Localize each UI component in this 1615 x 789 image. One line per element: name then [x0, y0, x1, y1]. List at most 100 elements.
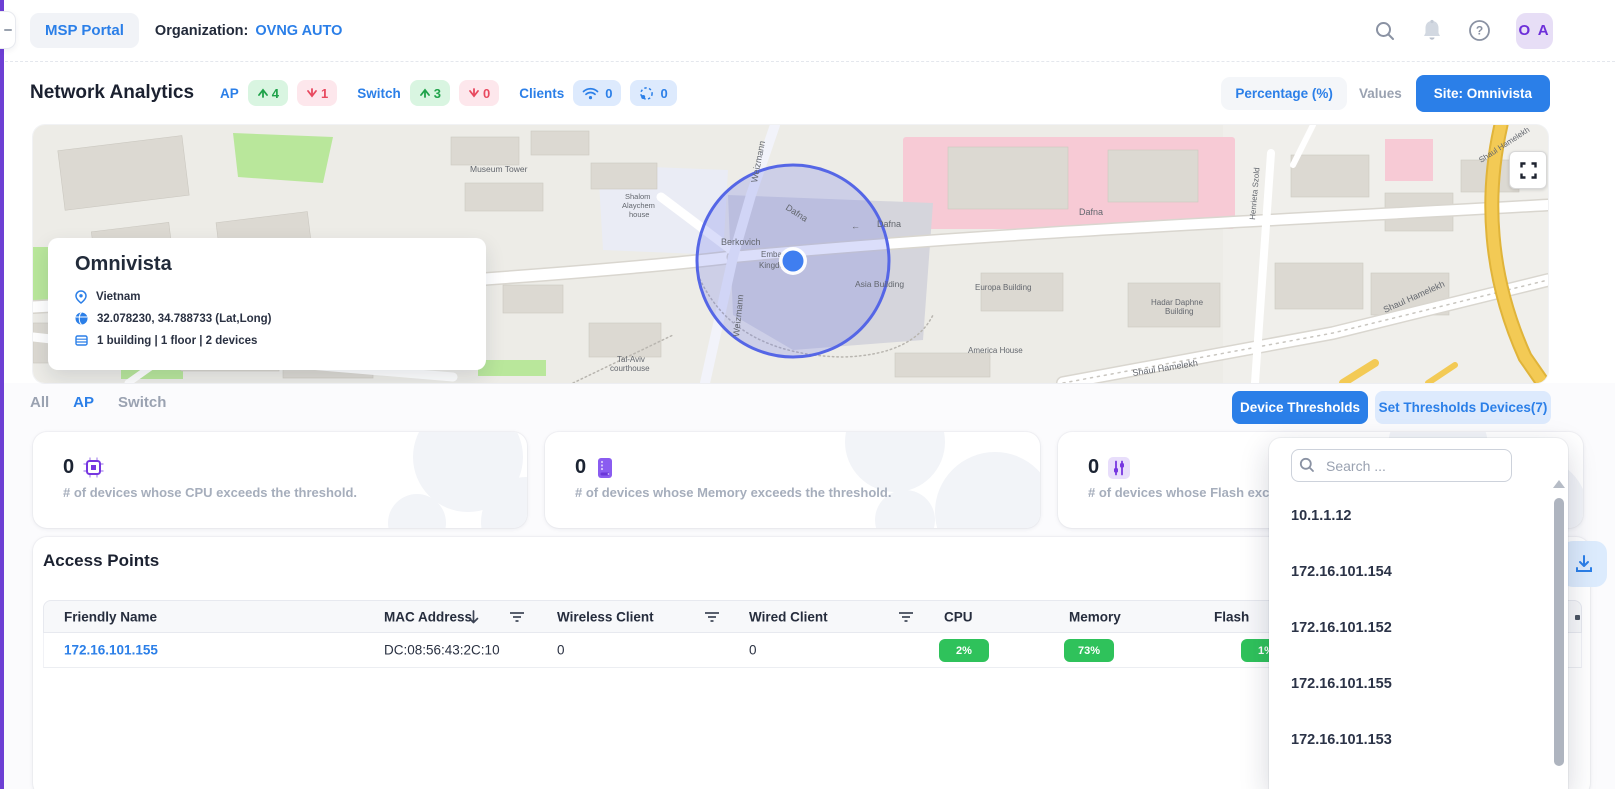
arrow-down-icon [306, 87, 318, 99]
memory-threshold-card: 0 # of devices whose Memory exceeds the … [545, 432, 1040, 528]
svg-text:←: ← [851, 221, 860, 231]
svg-text:Berkovich: Berkovich [721, 237, 761, 247]
cpu-card-caption: # of devices whose CPU exceeds the thres… [63, 485, 357, 500]
site-selector-button[interactable]: Site: Omnivista [1416, 75, 1550, 112]
wifi-icon [582, 87, 599, 100]
values-toggle[interactable]: Values [1359, 86, 1402, 101]
tab-ap[interactable]: AP [73, 394, 94, 411]
percentage-toggle[interactable]: Percentage (%) [1221, 77, 1347, 110]
col-wired-client[interactable]: Wired Client [749, 609, 828, 624]
col-mac-address[interactable]: MAC Address [384, 609, 472, 624]
site-coordinates: 32.078230, 34.788733 (Lat,Long) [97, 313, 272, 325]
filter-icon[interactable] [509, 611, 525, 623]
download-icon [1574, 554, 1594, 574]
filter-icon[interactable] [898, 611, 914, 623]
ap-up-badge: 4 [248, 80, 288, 106]
map-fullscreen-button[interactable] [1509, 151, 1547, 189]
help-icon[interactable]: ? [1468, 19, 1491, 42]
device-wireless-clients: 0 [557, 643, 565, 658]
arrow-down-icon [468, 87, 480, 99]
svg-text:Museum Tower: Museum Tower [470, 164, 528, 174]
scroll-up-arrow[interactable] [1553, 480, 1565, 488]
switch-up-badge: 3 [410, 80, 450, 106]
organization-label: Organization: [155, 23, 248, 39]
svg-text:Dafna: Dafna [877, 219, 901, 229]
site-country: Vietnam [96, 291, 141, 303]
user-avatar[interactable]: O A [1516, 13, 1553, 49]
svg-text:Hadar Daphne: Hadar Daphne [1151, 298, 1204, 307]
memory-exceed-count: 0 [575, 456, 586, 479]
col-friendly-name[interactable]: Friendly Name [64, 609, 157, 624]
app-window: MSP Portal Organization: OVNG AUTO ? O A… [0, 0, 1615, 789]
flash-icon [1108, 457, 1130, 479]
page-title: Network Analytics [30, 82, 194, 104]
device-filter-tabs: All AP Switch [30, 394, 166, 411]
tab-switch[interactable]: Switch [118, 394, 166, 411]
clients-count-label: Clients [519, 86, 564, 101]
device-list-item[interactable]: 10.1.1.12 [1269, 488, 1549, 544]
svg-text:?: ? [1476, 24, 1483, 38]
sidebar-collapse-toggle[interactable] [0, 11, 16, 49]
device-list-item[interactable]: 172.16.101.152 [1269, 600, 1549, 656]
col-memory[interactable]: Memory [1069, 609, 1121, 624]
site-info-card: Omnivista Vietnam 32.078230, 34.788733 (… [48, 238, 486, 370]
flash-exceed-count: 0 [1088, 456, 1099, 479]
search-icon[interactable] [1374, 20, 1396, 42]
memory-icon [595, 457, 615, 479]
site-map[interactable]: Museum Tower Shalom Alaychem house Berko… [33, 125, 1548, 383]
tab-all[interactable]: All [30, 394, 49, 411]
switch-down-badge: 0 [459, 80, 499, 106]
organization-value[interactable]: OVNG AUTO [255, 23, 342, 39]
notifications-bell-icon[interactable] [1421, 19, 1443, 43]
filter-icon[interactable] [704, 611, 720, 623]
svg-text:house: house [629, 210, 649, 219]
site-inventory: 1 building | 1 floor | 2 devices [97, 335, 257, 347]
clients-mesh-badge: 0 [630, 80, 676, 106]
arrow-up-icon [419, 87, 431, 99]
ap-count-label: AP [220, 86, 239, 101]
msp-portal-button[interactable]: MSP Portal [30, 13, 139, 48]
memory-card-caption: # of devices whose Memory exceeds the th… [575, 485, 891, 500]
device-list-item[interactable]: 172.16.101.155 [1269, 656, 1549, 712]
col-wireless-client[interactable]: Wireless Client [557, 609, 654, 624]
switch-count-label: Switch [357, 86, 401, 101]
cpu-icon [83, 457, 104, 478]
fullscreen-icon [1520, 162, 1537, 179]
svg-text:Building: Building [1165, 307, 1193, 316]
svg-text:America House: America House [968, 346, 1023, 355]
device-thresholds-button[interactable]: Device Thresholds [1232, 391, 1368, 424]
svg-text:Dafna: Dafna [1079, 207, 1103, 217]
dropdown-scrollbar[interactable] [1554, 498, 1564, 766]
svg-text:Asia Building: Asia Building [855, 279, 904, 289]
memory-usage-badge: 73% [1064, 639, 1114, 662]
sort-desc-icon[interactable] [467, 609, 480, 625]
device-search-input[interactable] [1291, 449, 1512, 482]
col-cpu[interactable]: CPU [944, 609, 973, 624]
mesh-network-icon [639, 86, 654, 101]
device-list: 10.1.1.12 172.16.101.154 172.16.101.152 … [1269, 488, 1549, 768]
svg-text:Tal-Aviv: Tal-Aviv [617, 355, 645, 364]
device-name-link[interactable]: 172.16.101.155 [64, 643, 158, 658]
set-thresholds-devices-button[interactable]: Set Thresholds Devices(7) [1375, 391, 1551, 424]
clients-wifi-badge: 0 [573, 80, 621, 106]
location-pin-icon [75, 290, 87, 304]
search-icon [1299, 457, 1315, 473]
analytics-header: Network Analytics AP 4 1 Switch 3 0 Clie… [0, 62, 1615, 124]
column-options-icon[interactable] [1575, 615, 1580, 620]
sidebar-edge [0, 0, 4, 789]
site-name: Omnivista [75, 253, 172, 276]
device-mac: DC:08:56:43:2C:10 [384, 643, 500, 658]
svg-text:Alaychem: Alaychem [622, 201, 655, 210]
cpu-exceed-count: 0 [63, 456, 74, 479]
svg-text:courthouse: courthouse [610, 364, 650, 373]
arrow-up-icon [257, 87, 269, 99]
cpu-threshold-card: 0 # of devices whose CPU exceeds the thr… [33, 432, 527, 528]
col-flash[interactable]: Flash [1214, 609, 1249, 624]
site-marker[interactable] [779, 247, 807, 275]
device-list-item[interactable]: 172.16.101.153 [1269, 712, 1549, 768]
building-icon [75, 334, 88, 347]
cpu-usage-badge: 2% [939, 639, 989, 662]
svg-text:Europa Building: Europa Building [975, 283, 1031, 292]
device-list-item[interactable]: 172.16.101.154 [1269, 544, 1549, 600]
collapse-icon [4, 29, 12, 31]
